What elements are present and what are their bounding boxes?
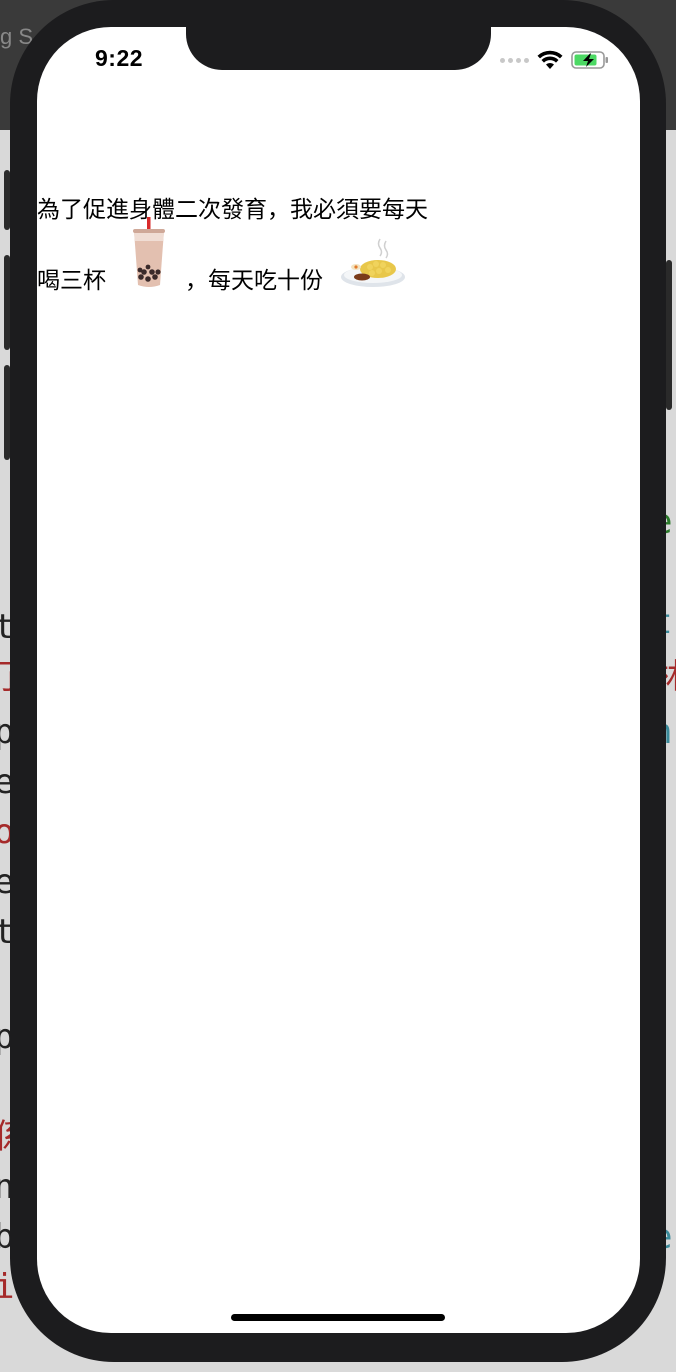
text-line-1: 為了促進身體二次發育，我必須要每天 (37, 197, 428, 223)
cellular-signal-icon (500, 57, 529, 63)
wifi-icon (537, 50, 563, 69)
content-text: 為了促進身體二次發育，我必須要每天 喝三杯 ，每天吃十份 (37, 192, 597, 294)
home-indicator[interactable] (231, 1314, 445, 1321)
status-time: 9:22 (95, 45, 144, 71)
text-segment-food: ，每天吃十份 (185, 268, 323, 294)
text-line-2: 喝三杯 ，每天吃十份 (37, 217, 597, 297)
bubble-tea-icon (133, 217, 165, 287)
notch (186, 0, 491, 70)
power-button (666, 260, 672, 410)
curry-rice-icon (341, 238, 405, 287)
battery-charging-icon (571, 51, 608, 69)
status-icons (500, 48, 609, 72)
text-segment-drink: 喝三杯 (37, 268, 106, 294)
